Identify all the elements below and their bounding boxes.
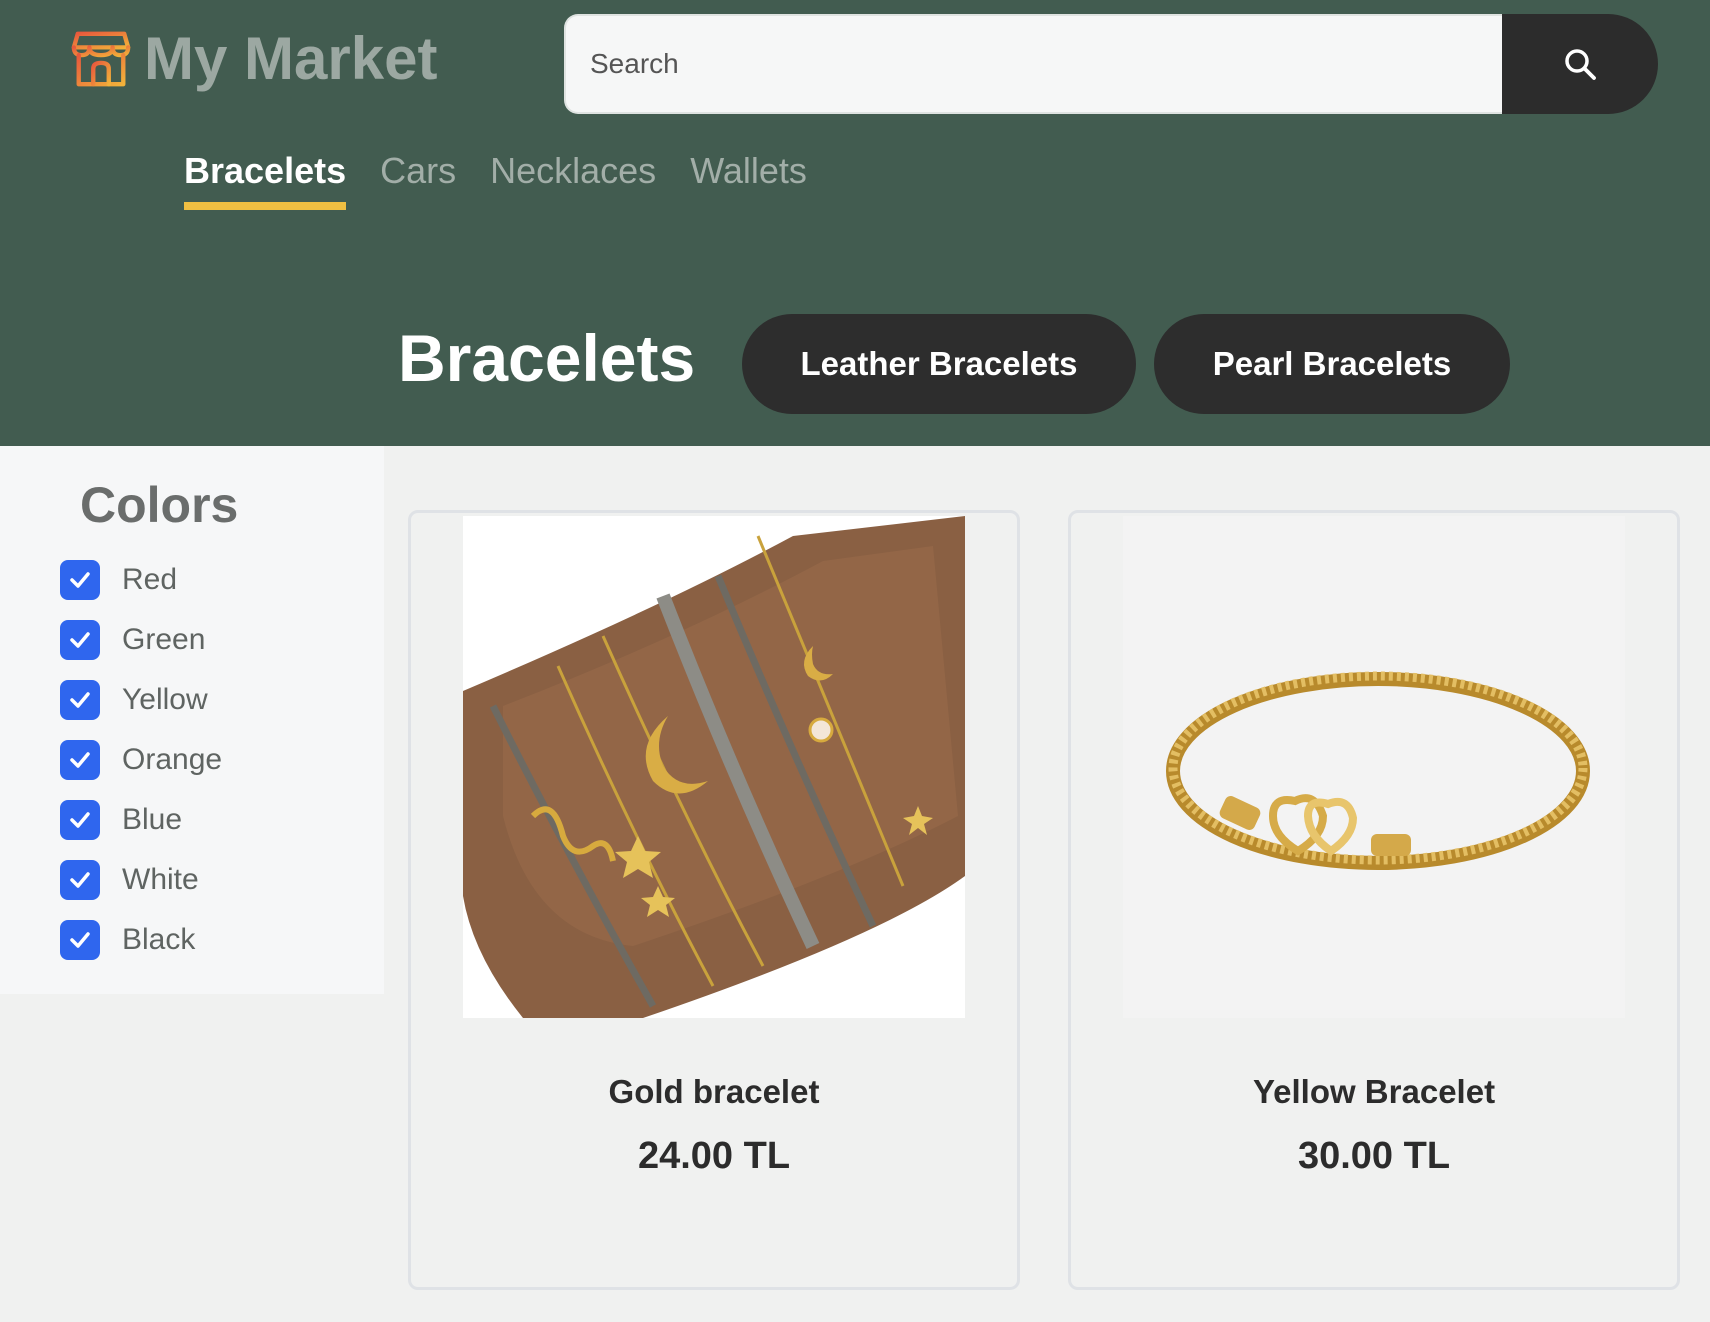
product-name[interactable]: Yellow Bracelet (1071, 1073, 1677, 1111)
check-icon (70, 752, 90, 768)
bracelets-on-wrist-image (463, 516, 965, 1018)
product-card[interactable]: Yellow Bracelet 30.00 TL (1068, 510, 1680, 1290)
product-price: 24.00 TL (637, 1135, 791, 1177)
tab-cars[interactable]: Cars (380, 150, 456, 210)
category-tabs: Bracelets Cars Necklaces Wallets (184, 150, 841, 210)
search-bar (564, 14, 1658, 114)
filter-label: Yellow (122, 683, 208, 716)
product-name[interactable]: Gold bracelet (411, 1073, 1017, 1111)
filter-title: Colors (80, 477, 239, 533)
check-icon (70, 872, 90, 888)
search-button[interactable] (1502, 14, 1658, 114)
product-price: 30.00 TL (1297, 1135, 1451, 1177)
filter-label: Orange (122, 743, 223, 776)
filter-red[interactable]: Red (60, 550, 222, 610)
storefront-icon (71, 31, 131, 87)
leather-bracelets-button[interactable]: Leather Bracelets (742, 314, 1136, 414)
filter-orange[interactable]: Orange (60, 730, 222, 790)
filter-blue[interactable]: Blue (60, 790, 222, 850)
logo[interactable]: My Market (70, 28, 437, 90)
filter-green[interactable]: Green (60, 610, 222, 670)
filter-yellow[interactable]: Yellow (60, 670, 222, 730)
check-icon (70, 632, 90, 648)
site-title: My Market (144, 25, 438, 92)
search-icon (1565, 49, 1596, 80)
check-icon (70, 572, 90, 588)
check-icon (70, 692, 90, 708)
color-filter-list: Red Green Yellow Orange Blue White Black (60, 550, 222, 970)
filter-label: Red (122, 563, 178, 596)
check-icon (70, 812, 90, 828)
checkbox-checked[interactable] (60, 740, 100, 780)
checkbox-checked[interactable] (60, 920, 100, 960)
checkbox-checked[interactable] (60, 560, 100, 600)
search-input[interactable] (564, 14, 1502, 114)
check-icon (70, 932, 90, 948)
product-image[interactable] (463, 516, 965, 1018)
checkbox-checked[interactable] (60, 800, 100, 840)
checkbox-checked[interactable] (60, 620, 100, 660)
checkbox-checked[interactable] (60, 680, 100, 720)
filter-label: Black (122, 923, 196, 956)
tab-bracelets[interactable]: Bracelets (184, 150, 347, 210)
filter-label: Green (122, 623, 206, 656)
filter-label: Blue (122, 803, 183, 836)
page-title: Bracelets (398, 321, 696, 395)
color-filter-panel: Colors Red Green Yellow Orange Blue Whit… (0, 446, 384, 994)
product-image[interactable] (1123, 516, 1625, 1018)
filter-white[interactable]: White (60, 850, 222, 910)
pearl-bracelets-button[interactable]: Pearl Bracelets (1154, 314, 1510, 414)
filter-label: White (122, 863, 199, 896)
filter-black[interactable]: Black (60, 910, 222, 970)
site-header: My Market Bracelets Cars Necklaces Walle… (0, 0, 1710, 446)
checkbox-checked[interactable] (60, 860, 100, 900)
tab-necklaces[interactable]: Necklaces (490, 150, 656, 210)
gold-chain-bracelet-image (1123, 516, 1625, 1018)
product-card[interactable]: Gold bracelet 24.00 TL (408, 510, 1020, 1290)
tab-wallets[interactable]: Wallets (690, 150, 807, 210)
